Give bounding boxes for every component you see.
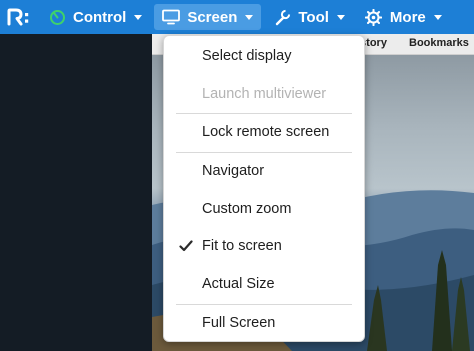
more-label: More [389,8,426,26]
chevron-down-icon [245,14,254,20]
menu-item-label: Navigator [202,163,265,179]
menu-item-fit-to-screen[interactable]: Fit to screen [164,228,364,264]
menu-item-custom-zoom[interactable]: Custom zoom [164,191,364,227]
gear-icon [365,8,383,26]
menu-item-label: Lock remote screen [202,124,330,140]
menu-item-select-display[interactable]: Select display [164,38,364,74]
menu-item-actual-size[interactable]: Actual Size [164,266,364,302]
monitor-icon [162,8,181,26]
menu-item-label: Select display [202,48,292,64]
menu-item-label: Full Screen [202,315,276,331]
menu-item-launch-multiviewer: Launch multiviewer [164,76,364,112]
control-label: Control [73,8,127,26]
app-window: Control Screen Tool More istory Bookmark… [0,0,474,351]
chevron-down-icon [336,14,345,20]
screen-dropdown-menu: Select display Launch multiviewer Lock r… [163,35,365,342]
menu-item-navigator[interactable]: Navigator [164,153,364,189]
menu-item-label: Actual Size [202,276,275,292]
chevron-down-icon [134,14,143,20]
control-icon [48,8,66,26]
screen-label: Screen [187,8,238,26]
tool-label: Tool [298,8,329,26]
screen-menu-button[interactable]: Screen [154,4,262,30]
remote-desktop-logo-icon[interactable] [0,0,40,34]
checkmark-icon [179,240,193,252]
more-menu-button[interactable]: More [357,4,450,30]
wrench-icon [273,8,291,26]
menu-item-label: Launch multiviewer [202,86,327,102]
menu-item-lock-remote-screen[interactable]: Lock remote screen [164,114,364,150]
tool-menu-button[interactable]: Tool [265,4,353,30]
bookmarks-menu[interactable]: Bookmarks [409,37,469,49]
menu-item-label: Custom zoom [202,201,292,217]
remote-sidebar [0,34,152,351]
menu-item-label: Fit to screen [202,238,282,254]
top-toolbar: Control Screen Tool More [0,0,474,34]
menu-item-full-screen[interactable]: Full Screen [164,305,364,341]
control-menu-button[interactable]: Control [40,4,150,30]
chevron-down-icon [433,14,442,20]
